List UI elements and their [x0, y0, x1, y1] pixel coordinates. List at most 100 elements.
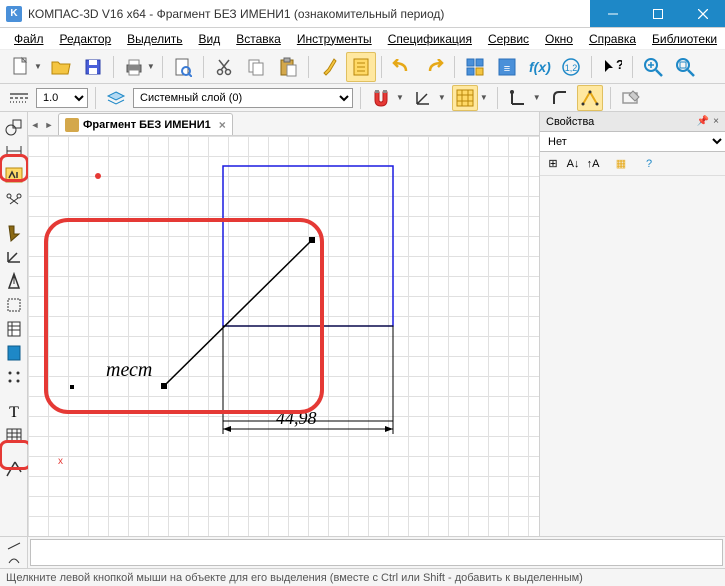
- designation-tool[interactable]: [3, 164, 25, 186]
- menu-window[interactable]: Окно: [539, 30, 579, 48]
- help-cursor-button[interactable]: ?: [597, 52, 627, 82]
- line-endpoint-2[interactable]: [309, 237, 315, 243]
- cut-button[interactable]: [209, 52, 239, 82]
- title-bar: K КОМПАС-3D V16 x64 - Фрагмент БЕЗ ИМЕНИ…: [0, 0, 725, 28]
- menu-bar: Файл Редактор Выделить Вид Вставка Инстр…: [0, 28, 725, 50]
- measure-tool[interactable]: [3, 270, 25, 292]
- tab-active[interactable]: Фрагмент БЕЗ ИМЕНИ1 ×: [58, 113, 233, 135]
- tab-next-button[interactable]: ►: [42, 115, 56, 135]
- aux-tool-1[interactable]: [3, 539, 25, 553]
- aux-tool-2[interactable]: [3, 553, 25, 567]
- menu-service[interactable]: Сервис: [482, 30, 535, 48]
- menu-spec[interactable]: Спецификация: [382, 30, 478, 48]
- status-bar: Щелкните левой кнопкой мыши на объекте д…: [0, 568, 725, 586]
- paste-button[interactable]: [273, 52, 303, 82]
- table-tool[interactable]: [3, 424, 25, 446]
- round-button[interactable]: [547, 85, 573, 111]
- menu-tools[interactable]: Инструменты: [291, 30, 378, 48]
- spec-tool[interactable]: [3, 318, 25, 340]
- magnet-caret[interactable]: ▼: [396, 93, 406, 102]
- text-annotation[interactable]: тест: [106, 359, 152, 381]
- geometry-tool[interactable]: [3, 116, 25, 138]
- zoom-fit-button[interactable]: [670, 52, 700, 82]
- magnet-button[interactable]: [368, 85, 394, 111]
- svg-text:?: ?: [616, 57, 622, 72]
- sort-za-button[interactable]: ↑A: [584, 155, 602, 173]
- params-tool[interactable]: [3, 246, 25, 268]
- origin-marker: [95, 173, 101, 179]
- layers-button[interactable]: [103, 85, 129, 111]
- line-endpoint-1[interactable]: [161, 383, 167, 389]
- properties-filter-select[interactable]: Нет: [540, 132, 725, 151]
- help-icon[interactable]: ?: [640, 155, 658, 173]
- app-icon: K: [6, 6, 22, 22]
- undo-button[interactable]: [387, 52, 417, 82]
- menu-libraries[interactable]: Библиотеки: [646, 30, 723, 48]
- library-manager-button[interactable]: [460, 52, 490, 82]
- select-tool[interactable]: [3, 294, 25, 316]
- grid-button[interactable]: [452, 85, 478, 111]
- brush-button[interactable]: [314, 52, 344, 82]
- edit-tool[interactable]: [3, 222, 25, 244]
- filter-icon[interactable]: ▦: [612, 155, 630, 173]
- drawn-rectangle[interactable]: [223, 326, 393, 421]
- tab-label: Фрагмент БЕЗ ИМЕНИ1: [83, 119, 211, 131]
- document-tabs: ◄ ► Фрагмент БЕЗ ИМЕНИ1 ×: [28, 112, 539, 136]
- preview-button[interactable]: [168, 52, 198, 82]
- zoom-in-button[interactable]: [638, 52, 668, 82]
- rough-tool[interactable]: [3, 188, 25, 210]
- graph-button[interactable]: 1,2: [556, 52, 586, 82]
- copy-button[interactable]: [241, 52, 271, 82]
- menu-select[interactable]: Выделить: [121, 30, 188, 48]
- new-document-button[interactable]: [6, 52, 36, 82]
- line-style-button[interactable]: [6, 85, 32, 111]
- menu-insert[interactable]: Вставка: [230, 30, 287, 48]
- edit-mode-button[interactable]: [618, 85, 644, 111]
- snap-angle-button[interactable]: [410, 85, 436, 111]
- minimize-button[interactable]: [590, 0, 635, 27]
- param-mode-button[interactable]: [577, 85, 603, 111]
- menu-help[interactable]: Справка: [583, 30, 642, 48]
- fx-button[interactable]: f(x): [524, 52, 554, 82]
- pattern-tool[interactable]: [3, 366, 25, 388]
- command-panel[interactable]: [30, 539, 723, 566]
- variables-button[interactable]: ≡: [492, 52, 522, 82]
- menu-view[interactable]: Вид: [193, 30, 227, 48]
- menu-edit[interactable]: Редактор: [54, 30, 118, 48]
- dimension-tool[interactable]: [3, 140, 25, 162]
- redo-button[interactable]: [419, 52, 449, 82]
- main-toolbar: ▼ ▼ ≡ f(x) 1,2 ?: [0, 50, 725, 84]
- line-weight-select[interactable]: 1.0: [36, 88, 88, 108]
- ortho-caret[interactable]: ▼: [533, 93, 543, 102]
- open-button[interactable]: [46, 52, 76, 82]
- tab-prev-button[interactable]: ◄: [28, 115, 42, 135]
- print-button[interactable]: [119, 52, 149, 82]
- drawn-line[interactable]: [164, 240, 312, 386]
- window-title: КОМПАС-3D V16 x64 - Фрагмент БЕЗ ИМЕНИ1 …: [28, 7, 590, 21]
- tab-close-button[interactable]: ×: [219, 118, 226, 132]
- report-tool[interactable]: [3, 342, 25, 364]
- point-marker[interactable]: [70, 385, 74, 389]
- save-button[interactable]: [78, 52, 108, 82]
- dimension-value[interactable]: 44,98: [276, 408, 317, 428]
- sort-az-button[interactable]: A↓: [564, 155, 582, 173]
- secondary-toolbar: 1.0 Системный слой (0) ▼ ▼ ▼ ▼: [0, 84, 725, 112]
- properties-button[interactable]: [346, 52, 376, 82]
- svg-text:f(x): f(x): [529, 59, 551, 75]
- sort-category-icon[interactable]: ⊞: [544, 155, 562, 173]
- close-button[interactable]: [680, 0, 725, 27]
- fragment-icon: [65, 118, 79, 132]
- snap-caret[interactable]: ▼: [438, 93, 448, 102]
- aux-line-tool[interactable]: [3, 458, 25, 480]
- text-tool[interactable]: T: [3, 400, 25, 422]
- ortho-button[interactable]: [505, 85, 531, 111]
- drawing-canvas[interactable]: x тест 44,98: [28, 136, 539, 536]
- print-caret[interactable]: ▼: [147, 62, 157, 71]
- maximize-button[interactable]: [635, 0, 680, 27]
- new-document-caret[interactable]: ▼: [34, 62, 44, 71]
- panel-close-button[interactable]: ×: [713, 116, 719, 127]
- grid-caret[interactable]: ▼: [480, 93, 490, 102]
- menu-file[interactable]: Файл: [8, 30, 50, 48]
- panel-pin-icon[interactable]: 📌: [697, 116, 709, 127]
- layer-select[interactable]: Системный слой (0): [133, 88, 353, 108]
